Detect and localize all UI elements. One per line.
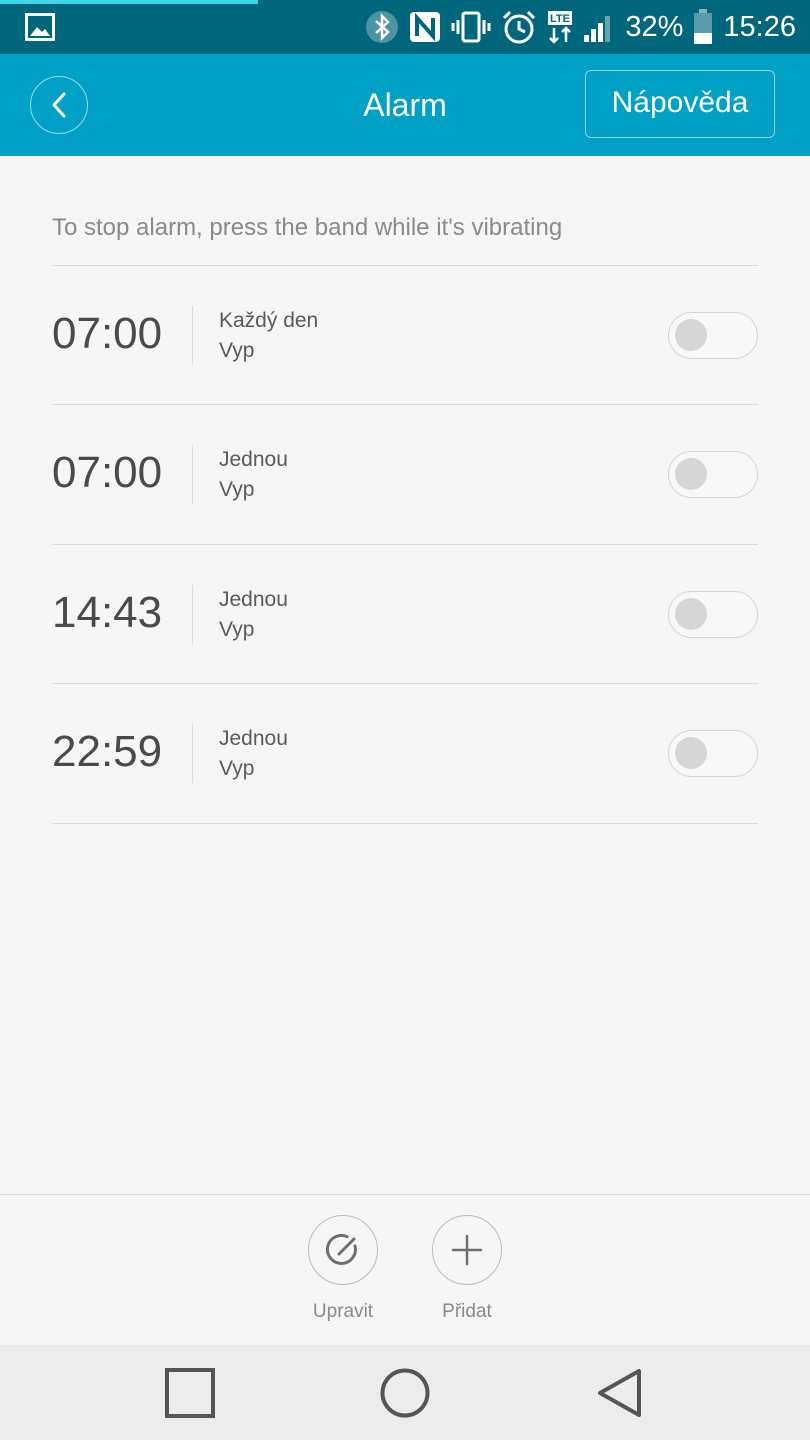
svg-text:LTE: LTE — [550, 13, 570, 25]
alarm-state: Vyp — [219, 478, 255, 501]
toggle-knob — [675, 737, 707, 769]
status-icons: LTE 32% 15:26 — [365, 0, 796, 54]
alarm-row[interactable]: 22:59 Jednou Vyp — [52, 684, 758, 823]
alarm-repeat: Jednou — [219, 448, 288, 471]
alarm-toggle[interactable] — [668, 730, 758, 777]
add-button[interactable]: Přidat — [412, 1215, 522, 1323]
plus-icon — [451, 1234, 483, 1266]
alarm-toggle[interactable] — [668, 591, 758, 638]
alarm-state: Vyp — [219, 618, 255, 641]
edit-icon — [325, 1233, 357, 1265]
alarm-state: Vyp — [219, 339, 255, 362]
alarm-screen: LTE 32% 15:26 Alarm Nápověda To stop ala… — [0, 0, 810, 1440]
battery-icon — [694, 9, 713, 44]
back-icon[interactable] — [595, 1367, 647, 1419]
alarm-separator — [192, 724, 193, 783]
toggle-knob — [675, 458, 707, 490]
chevron-left-icon — [52, 92, 66, 118]
system-navigation-bar — [0, 1345, 810, 1440]
alarm-repeat: Jednou — [219, 588, 288, 611]
bottom-action-bar: Upravit Přidat — [0, 1194, 810, 1345]
edit-label: Upravit — [312, 1301, 374, 1322]
signal-icon — [584, 16, 611, 42]
alarm-time: 14:43 — [52, 588, 163, 637]
clock-time: 15:26 — [723, 11, 796, 43]
status-bar: LTE 32% 15:26 — [0, 0, 810, 54]
add-button-circle — [432, 1215, 502, 1285]
alarm-repeat: Každý den — [219, 309, 319, 332]
alarm-clock-icon — [503, 10, 536, 44]
alarm-row[interactable]: 07:00 Jednou Vyp — [52, 405, 758, 544]
alarm-separator — [192, 445, 193, 504]
add-label: Přidat — [442, 1301, 492, 1322]
bluetooth-icon — [366, 11, 399, 43]
alarm-time: 07:00 — [52, 448, 163, 497]
alarm-time: 22:59 — [52, 727, 163, 776]
battery-percent: 32% — [625, 11, 684, 43]
alarm-repeat: Jednou — [219, 727, 288, 750]
nfc-icon — [410, 12, 441, 42]
back-button[interactable] — [30, 76, 88, 134]
alarm-row[interactable]: 14:43 Jednou Vyp — [52, 545, 758, 684]
divider — [52, 823, 758, 824]
toggle-knob — [675, 319, 707, 351]
toggle-knob — [675, 598, 707, 630]
edit-button[interactable]: Upravit — [288, 1215, 398, 1323]
alarm-time: 07:00 — [52, 309, 163, 358]
stop-alarm-hint: To stop alarm, press the band while it's… — [52, 214, 563, 241]
edit-button-circle — [308, 1215, 378, 1285]
alarm-separator — [192, 306, 193, 365]
alarm-row[interactable]: 07:00 Každý den Vyp — [52, 266, 758, 405]
alarm-toggle[interactable] — [668, 312, 758, 359]
alarm-state: Vyp — [219, 757, 255, 780]
help-button[interactable]: Nápověda — [585, 70, 775, 138]
app-bar: Alarm Nápověda — [0, 54, 810, 156]
vibrate-icon — [451, 11, 491, 43]
recent-apps-icon[interactable] — [164, 1367, 216, 1419]
home-icon[interactable] — [379, 1367, 431, 1419]
image-icon — [25, 13, 55, 41]
alarm-separator — [192, 585, 193, 644]
alarm-toggle[interactable] — [668, 451, 758, 498]
lte-icon: LTE — [548, 11, 573, 44]
status-progress-indicator — [0, 0, 258, 4]
